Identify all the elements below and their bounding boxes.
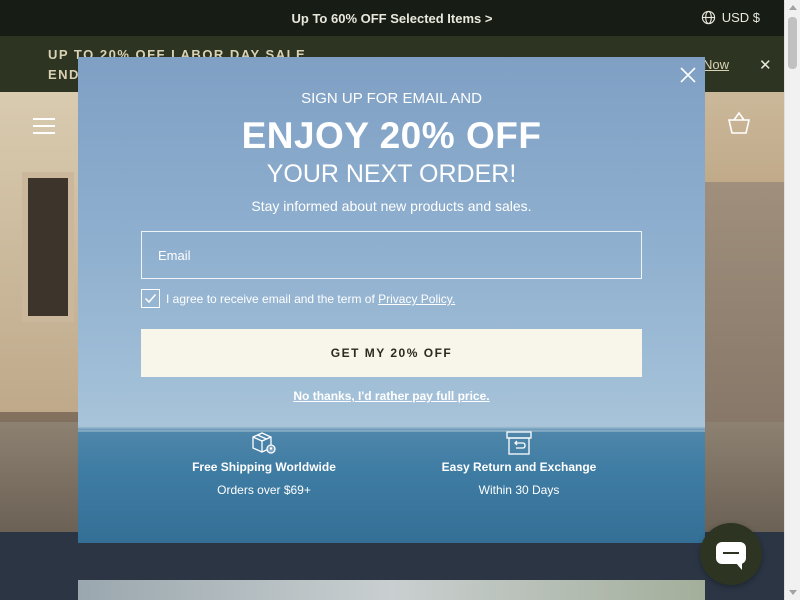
close-icon[interactable]: ✕: [759, 56, 772, 74]
page-scrollbar[interactable]: [784, 0, 800, 600]
get-discount-button[interactable]: GET MY 20% OFF: [141, 329, 642, 377]
tagline: Stay informed about new products and sal…: [251, 198, 532, 214]
feature-title: Easy Return and Exchange: [441, 460, 597, 474]
next-order-heading: YOUR NEXT ORDER!: [266, 160, 517, 188]
consent-label: I agree to receive email and the term of…: [166, 292, 455, 306]
shop-now-link[interactable]: Now: [703, 57, 729, 72]
decline-link[interactable]: No thanks, I'd rather pay full price.: [78, 389, 705, 403]
feature-subtitle: Orders over $69+: [217, 483, 311, 497]
scroll-up-icon[interactable]: [789, 5, 797, 10]
consent-text: I agree to receive email and the term of: [166, 292, 375, 306]
privacy-policy-link[interactable]: Privacy Policy.: [378, 292, 455, 306]
chat-button[interactable]: [700, 523, 762, 585]
chat-bubble-icon: [716, 542, 746, 570]
email-input[interactable]: [141, 231, 642, 279]
lower-photo: [78, 580, 705, 600]
return-box-icon: [506, 431, 532, 455]
consent-checkbox[interactable]: [141, 289, 160, 308]
hamburger-menu-icon[interactable]: [33, 118, 55, 139]
feature-free-shipping: Free Shipping Worldwide Orders over $69+: [164, 430, 364, 497]
currency-label: USD $: [721, 10, 760, 25]
feature-title: Free Shipping Worldwide: [192, 460, 336, 474]
close-icon[interactable]: [679, 66, 697, 84]
top-promo-bar: Up To 60% OFF Selected Items > USD $: [0, 0, 784, 36]
currency-selector[interactable]: USD $: [701, 10, 760, 25]
email-signup-modal: SIGN UP FOR EMAIL AND ENJOY 20% OFF YOUR…: [78, 57, 705, 543]
sale-banner-line-2: END: [48, 67, 80, 82]
discount-headline: ENJOY 20% OFF: [241, 115, 542, 156]
checkmark-icon: [144, 294, 157, 304]
building-window: [22, 172, 74, 322]
shopping-basket-icon[interactable]: [726, 110, 752, 136]
globe-icon: [701, 10, 715, 25]
scroll-down-icon[interactable]: [789, 590, 797, 595]
feature-easy-return: Easy Return and Exchange Within 30 Days: [419, 430, 619, 497]
signup-heading: SIGN UP FOR EMAIL AND: [301, 90, 482, 107]
scrollbar-thumb[interactable]: [788, 17, 797, 69]
package-location-icon: [252, 432, 276, 454]
promo-link[interactable]: Up To 60% OFF Selected Items >: [0, 11, 784, 26]
feature-subtitle: Within 30 Days: [478, 483, 560, 497]
